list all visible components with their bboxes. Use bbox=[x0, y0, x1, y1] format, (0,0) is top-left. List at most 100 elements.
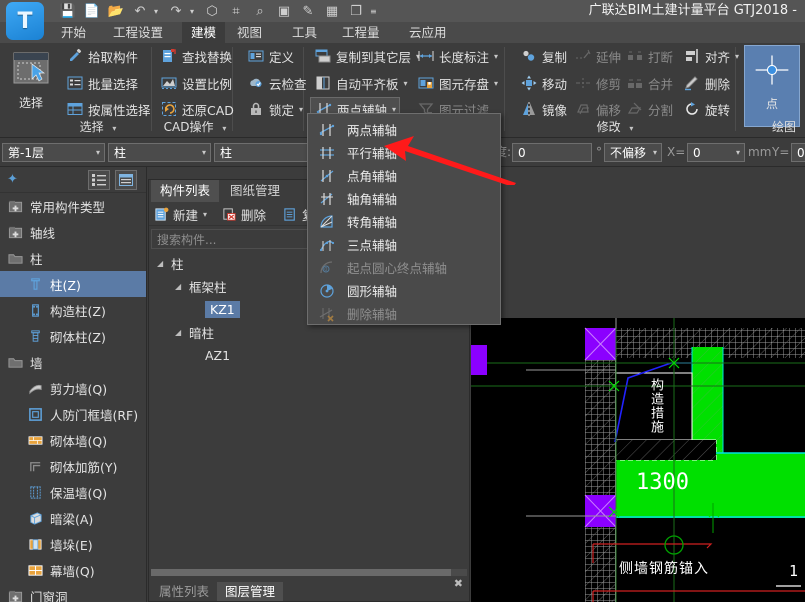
angle-input[interactable]: 0 bbox=[512, 143, 592, 162]
length-dimension-button[interactable]: 长度标注 ▾ bbox=[413, 44, 501, 68]
batch-select-button[interactable]: 批量选择 bbox=[62, 71, 141, 95]
component-type-item-5[interactable]: 砌体柱(Z) bbox=[0, 323, 146, 349]
component-type-item-10[interactable]: 砌体加筋(Y) bbox=[0, 453, 146, 479]
tab-0[interactable]: 开始 bbox=[52, 22, 95, 43]
move-button[interactable]: 移动 bbox=[516, 71, 570, 95]
chevron-down-icon[interactable]: ▾ bbox=[494, 79, 498, 88]
zoom-region-icon[interactable]: ⌗ bbox=[226, 2, 246, 21]
menu-item-7[interactable]: 圆形辅轴 bbox=[308, 279, 500, 302]
expand-triangle-icon[interactable]: ◢ bbox=[175, 282, 189, 291]
chevron-down-icon[interactable]: ▾ bbox=[299, 105, 303, 114]
chevron-down-icon[interactable]: ▾ bbox=[653, 148, 657, 157]
chevron-down-icon[interactable]: ▾ bbox=[736, 148, 740, 157]
chevron-down-icon[interactable]: ▾ bbox=[203, 210, 207, 219]
lock-button[interactable]: 锁定 ▾ bbox=[243, 97, 306, 121]
definition-button[interactable]: 定义 bbox=[243, 44, 297, 68]
component-type-item-3[interactable]: 柱(Z) bbox=[0, 271, 146, 297]
chevron-down-icon[interactable]: ▾ bbox=[404, 79, 408, 88]
point-tool-button[interactable]: 点 bbox=[744, 45, 800, 127]
menu-item-1[interactable]: 平行辅轴 bbox=[308, 141, 500, 164]
menu-item-4[interactable]: 转角辅轴 bbox=[308, 210, 500, 233]
panel-view-button[interactable] bbox=[115, 170, 137, 190]
chevron-down-icon[interactable]: ▾ bbox=[629, 124, 633, 133]
menu-item-8[interactable]: 删除辅轴 bbox=[308, 302, 500, 325]
component-type-item-4[interactable]: 构造柱(Z) bbox=[0, 297, 146, 323]
component-type-item-9[interactable]: 砌体墙(Q) bbox=[0, 427, 146, 453]
tab-4[interactable]: 工具 bbox=[283, 22, 326, 43]
chevron-down-icon[interactable]: ▾ bbox=[202, 148, 206, 157]
bottom-tab-0[interactable]: 属性列表 bbox=[151, 582, 217, 601]
rotate-button[interactable]: 旋转 bbox=[679, 97, 733, 121]
component-type-item-2[interactable]: 柱 bbox=[0, 245, 146, 271]
offset-select[interactable]: 不偏移 ▾ bbox=[604, 143, 662, 162]
element-archive-button[interactable]: 图元存盘 ▾ bbox=[413, 71, 501, 95]
tab-1[interactable]: 工程设置 bbox=[104, 22, 172, 43]
menu-item-2[interactable]: 点角辅轴 bbox=[308, 164, 500, 187]
component-type-item-13[interactable]: 墙垛(E) bbox=[0, 531, 146, 557]
component-type-item-8[interactable]: 人防门框墙(RF) bbox=[0, 401, 146, 427]
tab-5[interactable]: 工程量 bbox=[333, 22, 389, 43]
axis-icon[interactable]: ⬡ bbox=[202, 2, 222, 21]
menu-item-6[interactable]: 0 起点圆心终点辅轴 bbox=[308, 256, 500, 279]
component-type-item-14[interactable]: 幕墙(Q) bbox=[0, 557, 146, 583]
x-input[interactable]: 0 ▾ bbox=[687, 143, 745, 162]
component-type-item-6[interactable]: 墙 bbox=[0, 349, 146, 375]
menu-item-5[interactable]: 三点辅轴 bbox=[308, 233, 500, 256]
undo-dropdown-caret[interactable]: ▾ bbox=[154, 7, 162, 16]
component-list-tab-1[interactable]: 图纸管理 bbox=[221, 180, 289, 202]
find-replace-button[interactable]: 查找替换 bbox=[156, 44, 235, 68]
open-folder-icon[interactable]: 📂 bbox=[106, 2, 126, 21]
copy-to-other-layer-button[interactable]: 复制到其它层▾ bbox=[310, 44, 423, 68]
tab-2[interactable]: 建模 bbox=[182, 22, 226, 43]
delete-button[interactable]: 删除 bbox=[221, 204, 266, 224]
add-block-icon[interactable]: ❐ bbox=[346, 2, 366, 21]
undo-icon[interactable]: ↶ bbox=[130, 2, 150, 21]
component-type-item-15[interactable]: 门窗洞 bbox=[0, 583, 146, 602]
bottom-tab-1[interactable]: 图层管理 bbox=[217, 582, 284, 601]
list-view-button[interactable] bbox=[88, 170, 110, 190]
component-select[interactable]: 柱 ▾ bbox=[214, 143, 317, 162]
menu-item-3[interactable]: 轴角辅轴 bbox=[308, 187, 500, 210]
component-type-item-1[interactable]: 轴线 bbox=[0, 219, 146, 245]
zoom-select-icon[interactable]: ⌕ bbox=[250, 2, 270, 21]
set-scale-button[interactable]: 设置比例 bbox=[156, 71, 235, 95]
component-list-tab-0[interactable]: 构件列表 bbox=[151, 180, 220, 202]
new-button[interactable]: 新建 ▾ bbox=[153, 204, 207, 224]
drawing-canvas[interactable]: 1300 侧墙钢筋锚入 构造措施 1 bbox=[471, 318, 805, 602]
align-button[interactable]: 对齐 ▾ bbox=[679, 44, 742, 68]
horizontal-scrollbar[interactable] bbox=[151, 569, 467, 576]
delete-button[interactable]: 删除 bbox=[679, 71, 733, 95]
redo-icon[interactable]: ↷ bbox=[166, 2, 186, 21]
cloud-check-button[interactable]: 云检查 bbox=[243, 71, 310, 95]
chevron-down-icon[interactable]: ▾ bbox=[112, 124, 116, 133]
expand-triangle-icon[interactable]: ◢ bbox=[175, 328, 189, 337]
auto-flush-slab-button[interactable]: 自动平齐板 ▾ bbox=[310, 71, 411, 95]
floor-select[interactable]: 第-1层 ▾ bbox=[2, 143, 105, 162]
pencil-icon[interactable]: ✎ bbox=[298, 2, 318, 21]
chevron-down-icon[interactable]: ▾ bbox=[494, 52, 498, 61]
grid-icon[interactable]: ▦ bbox=[322, 2, 342, 21]
more-caret[interactable]: ≡ bbox=[370, 7, 378, 16]
redo-dropdown-caret[interactable]: ▾ bbox=[190, 7, 198, 16]
new-item-icon[interactable]: ✦ bbox=[7, 172, 18, 187]
y-input[interactable]: 0 bbox=[791, 143, 805, 162]
tab-3[interactable]: 视图 bbox=[228, 22, 271, 43]
tab-6[interactable]: 云应用 bbox=[400, 22, 456, 43]
copy-button[interactable]: 复制 bbox=[516, 44, 570, 68]
chevron-down-icon[interactable]: ▾ bbox=[96, 148, 100, 157]
view-icon[interactable]: ▣ bbox=[274, 2, 294, 21]
component-tree-item-4[interactable]: AZ1 bbox=[149, 344, 469, 367]
select-tool-button[interactable]: 选择 bbox=[3, 45, 59, 121]
chevron-down-icon[interactable]: ▾ bbox=[222, 124, 226, 133]
component-type-item-7[interactable]: 剪力墙(Q) bbox=[0, 375, 146, 401]
chevron-down-icon[interactable]: ▾ bbox=[735, 52, 739, 61]
menu-item-0[interactable]: 两点辅轴 bbox=[308, 118, 500, 141]
new-file-icon[interactable]: 📄 bbox=[82, 2, 102, 21]
component-type-item-0[interactable]: 常用构件类型 bbox=[0, 193, 146, 219]
component-type-item-11[interactable]: 保温墙(Q) bbox=[0, 479, 146, 505]
close-icon[interactable]: ✖ bbox=[454, 577, 463, 590]
pick-component-button[interactable]: 拾取构件 bbox=[62, 44, 141, 68]
category-select[interactable]: 柱 ▾ bbox=[108, 143, 211, 162]
component-type-item-12[interactable]: 暗梁(A) bbox=[0, 505, 146, 531]
expand-triangle-icon[interactable]: ◢ bbox=[157, 259, 171, 268]
